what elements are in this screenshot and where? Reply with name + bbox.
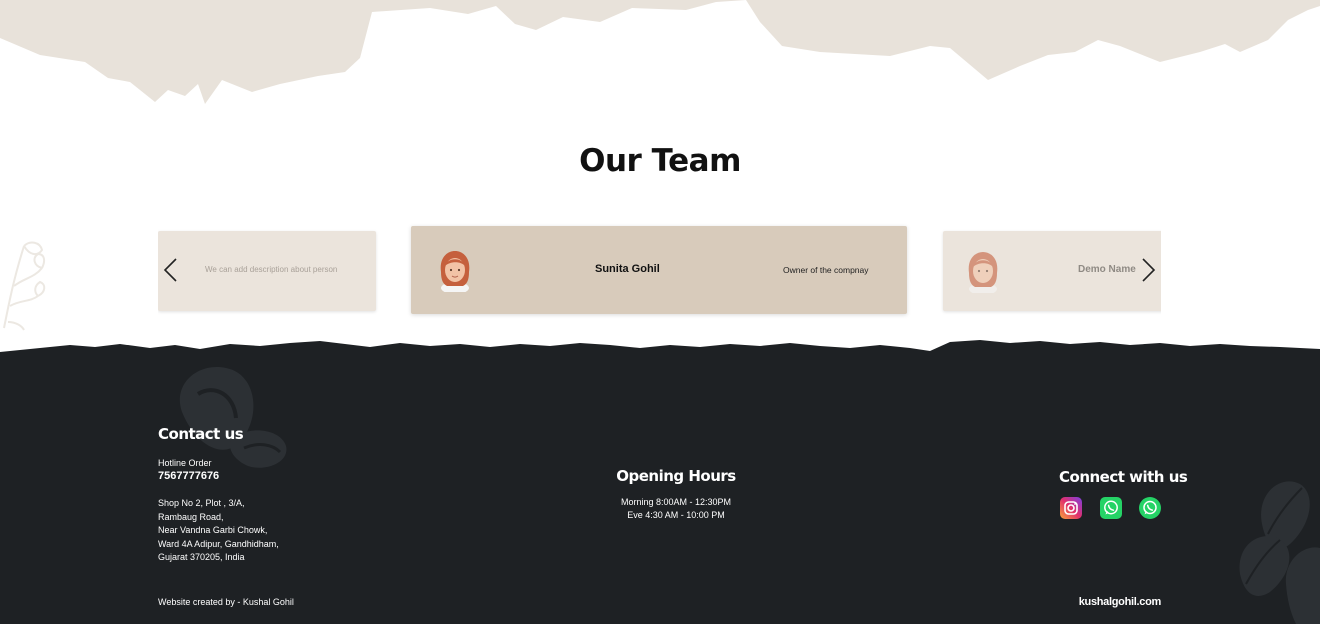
team-card-partial-left[interactable]: We can add description about person xyxy=(158,231,376,311)
instagram-icon[interactable] xyxy=(1060,497,1082,519)
whatsapp-icon[interactable] xyxy=(1100,497,1122,519)
top-paper-decoration xyxy=(0,0,1320,104)
contact-heading: Contact us xyxy=(158,425,244,443)
address-line: Near Vandna Garbi Chowk, xyxy=(158,525,268,535)
leaf-decoration-icon xyxy=(3,241,46,331)
team-carousel: We can add description about person Suni… xyxy=(158,222,1161,322)
credit-text: Website created by - Kushal Gohil xyxy=(158,597,294,607)
carousel-next-button[interactable] xyxy=(1140,258,1156,282)
section-title: Our Team xyxy=(579,143,741,179)
address-line: Rambaug Road, xyxy=(158,511,224,522)
avatar-icon xyxy=(968,252,998,293)
avatar-icon xyxy=(440,251,470,292)
team-card-active[interactable]: Sunita Gohil Owner of the compnay xyxy=(411,226,907,314)
site-link[interactable]: kushalgohil.com xyxy=(1079,596,1162,608)
member-role: Owner of the compnay xyxy=(783,265,869,275)
whatsapp-icon[interactable] xyxy=(1139,497,1161,519)
opening-hours-heading: Opening Hours xyxy=(616,467,736,485)
address-line: Ward 4A Adipur, Gandhidham, xyxy=(158,538,279,549)
member-description: We can add description about person xyxy=(205,265,338,274)
hotline-number[interactable]: 7567777676 xyxy=(158,470,219,482)
hours-evening: Eve 4:30 AM - 10:00 PM xyxy=(627,510,725,520)
hours-morning: Morning 8:00AM - 12:30PM xyxy=(620,497,732,507)
address-line: Gujarat 370205, India xyxy=(158,552,245,562)
member-name: Demo Name xyxy=(1078,264,1136,275)
connect-heading: Connect with us xyxy=(1059,468,1188,486)
hotline-label: Hotline Order xyxy=(158,458,212,468)
footer: Contact us Hotline Order 7567777676 Shop… xyxy=(0,334,1320,624)
address-line: Shop No 2, Plot , 3/A, xyxy=(158,498,245,508)
member-name: Sunita Gohil xyxy=(595,263,660,275)
address-block: Shop No 2, Plot , 3/A, Rambaug Road, Nea… xyxy=(158,497,279,565)
team-card-partial-right[interactable]: Demo Name xyxy=(943,231,1161,311)
carousel-prev-button[interactable] xyxy=(163,258,179,282)
